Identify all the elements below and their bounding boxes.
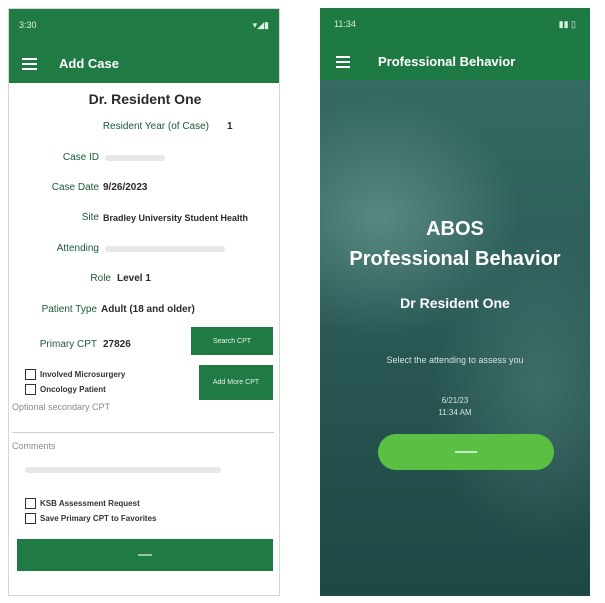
status-icons: ▾◢▮: [252, 20, 269, 30]
microsurgery-label: Involved Microsurgery: [40, 370, 126, 379]
app-bar-title: Add Case: [59, 56, 119, 71]
resident-name: Dr. Resident One: [88, 91, 202, 107]
status-time: 3:30: [19, 20, 37, 30]
primary-cpt-value[interactable]: 27826: [103, 339, 131, 350]
case-date-label: Case Date: [51, 182, 99, 193]
search-cpt-button[interactable]: Search CPT: [191, 327, 273, 355]
professional-behavior-screen: 11:34 ▮▮ ▯ Professional Behavior ABOS Pr…: [320, 8, 590, 596]
ksb-label: KSB Assessment Request: [40, 499, 140, 508]
app-bar-title: Professional Behavior: [378, 54, 516, 69]
app-bar: Professional Behavior: [320, 44, 590, 80]
instruction-text: Select the attending to assess you: [386, 355, 524, 365]
role-label: Role: [90, 273, 111, 284]
start-button[interactable]: [378, 434, 554, 470]
date-text: 6/21/23: [441, 396, 469, 405]
site-label: Site: [81, 212, 99, 223]
status-bar: 11:34 ▮▮ ▯: [320, 8, 590, 44]
heading-professional-behavior: Professional Behavior: [349, 248, 561, 270]
favorites-checkbox[interactable]: [25, 513, 36, 524]
ksb-checkbox[interactable]: [25, 498, 36, 509]
case-date-value[interactable]: 9/26/2023: [103, 182, 148, 193]
primary-cpt-label: Primary CPT: [39, 339, 97, 350]
patient-type-label: Patient Type: [41, 304, 97, 315]
status-time: 11:34: [334, 19, 356, 29]
oncology-checkbox[interactable]: [25, 384, 36, 395]
attending-label: Attending: [56, 243, 99, 254]
comments-field[interactable]: [25, 467, 221, 473]
resident-year-value: 1: [227, 121, 233, 132]
menu-icon[interactable]: [336, 56, 350, 68]
resident-name: Dr Resident One: [400, 295, 510, 311]
heading-abos: ABOS: [426, 218, 484, 240]
status-bar: 3:30 ▾◢▮: [9, 9, 279, 45]
app-bar: Add Case: [9, 45, 279, 83]
comments-label: Comments: [12, 441, 56, 451]
microsurgery-checkbox[interactable]: [25, 369, 36, 380]
status-icons: ▮▮ ▯: [558, 19, 576, 29]
add-case-screen: 3:30 ▾◢▮ Add Case Dr. Resident One Resid…: [8, 8, 280, 596]
oncology-label: Oncology Patient: [40, 385, 106, 394]
menu-icon[interactable]: [22, 58, 37, 70]
case-id-label: Case ID: [62, 152, 99, 163]
favorites-label: Save Primary CPT to Favorites: [40, 514, 157, 523]
resident-year-label: Resident Year (of Case): [102, 121, 209, 132]
add-more-cpt-button[interactable]: Add More CPT: [199, 365, 273, 400]
attending-field[interactable]: [105, 246, 225, 252]
time-text: 11:34 AM: [438, 408, 472, 417]
case-id-field[interactable]: [105, 155, 165, 161]
optional-secondary-cpt-label: Optional secondary CPT: [12, 402, 111, 412]
secondary-cpt-underline: [12, 432, 274, 433]
submit-button[interactable]: [17, 539, 273, 571]
role-value[interactable]: Level 1: [117, 273, 151, 284]
site-value[interactable]: Bradley University Student Health: [103, 213, 248, 223]
patient-type-value[interactable]: Adult (18 and older): [101, 304, 195, 315]
